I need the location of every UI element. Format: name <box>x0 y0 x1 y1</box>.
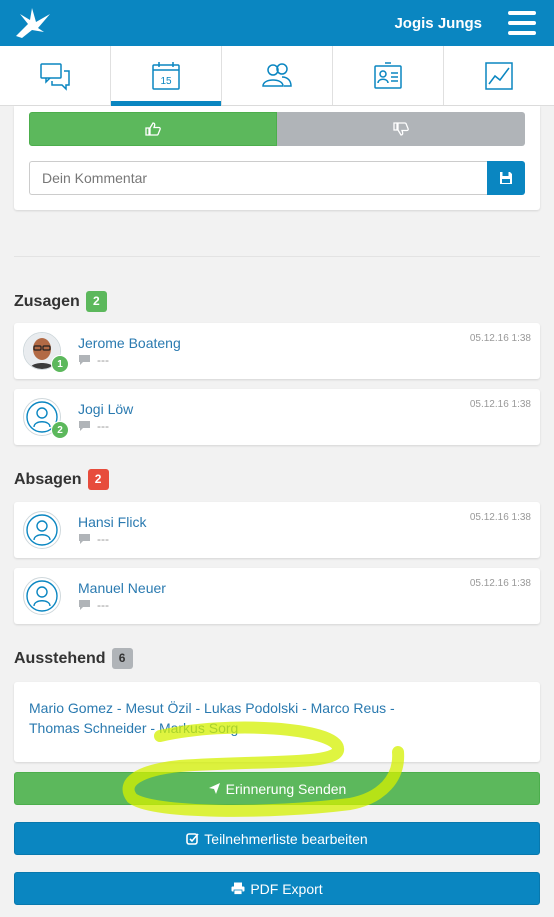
decline-button[interactable] <box>277 112 525 146</box>
id-card-icon <box>374 61 402 89</box>
team-name: Jogis Jungs <box>394 15 482 32</box>
comment-line: --- <box>78 598 109 612</box>
comment-icon <box>79 355 90 365</box>
tab-stats[interactable] <box>444 46 554 105</box>
printer-icon <box>231 882 245 895</box>
section-title-ausstehend: Ausstehend 6 <box>14 648 133 669</box>
logo-bird-icon[interactable] <box>14 6 52 40</box>
pending-list-card: Mario Gomez - Mesut Özil - Lukas Podolsk… <box>14 682 540 762</box>
tab-bar: 15 <box>0 46 554 106</box>
guest-count-badge: 2 <box>51 421 69 439</box>
timestamp: 05.12.16 1:38 <box>469 578 531 589</box>
save-comment-button[interactable] <box>487 161 525 195</box>
person-name[interactable]: Hansi Flick <box>78 514 146 530</box>
timestamp: 05.12.16 1:38 <box>469 512 531 523</box>
comment-icon <box>79 534 90 544</box>
section-title-absagen: Absagen 2 <box>14 469 109 490</box>
count-badge: 2 <box>85 291 107 312</box>
tab-profile[interactable] <box>333 46 444 105</box>
comment-icon <box>79 421 90 431</box>
person-name[interactable]: Jogi Löw <box>78 401 133 417</box>
section-title-zusagen: Zusagen 2 <box>14 291 107 312</box>
thumbs-up-icon <box>145 122 161 136</box>
guest-count-badge: 1 <box>51 355 69 373</box>
edit-participants-button[interactable]: Teilnehmerliste bearbeiten <box>14 822 540 855</box>
person-name[interactable]: Manuel Neuer <box>78 580 166 596</box>
users-icon <box>262 62 292 87</box>
section-label: Absagen <box>14 470 82 488</box>
attendee-card[interactable]: 2 Jogi Löw --- 05.12.16 1:38 <box>14 389 540 445</box>
tab-chat[interactable] <box>0 46 111 105</box>
chat-icon <box>40 62 70 91</box>
send-reminder-label: Erinnerung Senden <box>225 780 347 797</box>
attendee-card[interactable]: Hansi Flick --- 05.12.16 1:38 <box>14 502 540 558</box>
section-label: Ausstehend <box>14 649 106 667</box>
tab-calendar[interactable]: 15 <box>111 46 222 106</box>
accept-button[interactable] <box>29 112 277 146</box>
comment-text: --- <box>97 532 109 546</box>
user-placeholder-icon <box>26 514 58 546</box>
avatar <box>23 511 61 549</box>
pending-names-line-2[interactable]: Thomas Schneider - Markus Sorg <box>29 718 525 738</box>
tab-team[interactable] <box>222 46 333 105</box>
vote-card <box>14 106 540 210</box>
comment-text: --- <box>97 353 109 367</box>
comment-text: --- <box>97 598 109 612</box>
timestamp: 05.12.16 1:38 <box>469 399 531 410</box>
pdf-export-label: PDF Export <box>250 880 323 897</box>
comment-line: --- <box>78 419 109 433</box>
edit-participants-label: Teilnehmerliste bearbeiten <box>204 830 368 847</box>
timestamp: 05.12.16 1:38 <box>469 333 531 344</box>
count-badge: 2 <box>87 469 109 490</box>
comment-line: --- <box>78 532 109 546</box>
floppy-disk-icon <box>500 172 512 184</box>
avatar <box>23 577 61 615</box>
comment-input[interactable] <box>29 161 487 195</box>
count-badge: 6 <box>111 648 133 669</box>
comment-icon <box>79 600 90 610</box>
edit-icon <box>186 833 199 845</box>
comment-text: --- <box>97 419 109 433</box>
comment-line: --- <box>78 353 109 367</box>
chart-icon <box>485 61 513 90</box>
menu-icon[interactable] <box>508 11 536 35</box>
attendee-card[interactable]: Manuel Neuer --- 05.12.16 1:38 <box>14 568 540 624</box>
pdf-export-button[interactable]: PDF Export <box>14 872 540 905</box>
send-reminder-button[interactable]: Erinnerung Senden <box>14 772 540 805</box>
person-name[interactable]: Jerome Boateng <box>78 335 181 351</box>
thumbs-down-icon <box>393 122 409 136</box>
section-label: Zusagen <box>14 292 80 310</box>
paper-plane-icon <box>208 783 220 794</box>
divider <box>14 256 540 257</box>
calendar-day: 15 <box>160 76 172 87</box>
user-placeholder-icon <box>26 580 58 612</box>
top-bar: Jogis Jungs <box>0 0 554 46</box>
calendar-icon: 15 <box>152 61 180 90</box>
pending-names-line-1[interactable]: Mario Gomez - Mesut Özil - Lukas Podolsk… <box>29 698 525 718</box>
attendee-card[interactable]: 1 Jerome Boateng --- 05.12.16 1:38 <box>14 323 540 379</box>
